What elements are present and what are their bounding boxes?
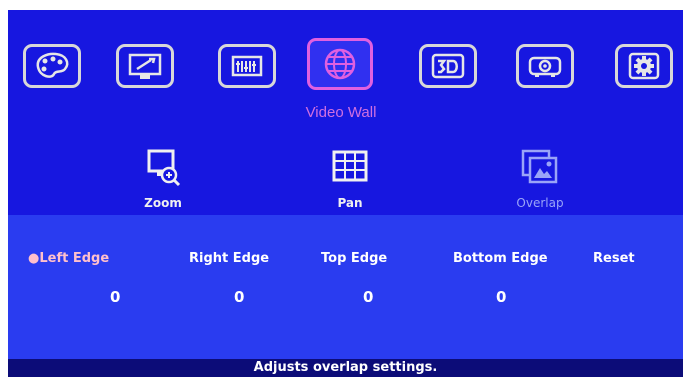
value-right-edge: 0: [234, 288, 245, 306]
pan-grid-icon: [332, 150, 368, 182]
value-bottom-edge: 0: [496, 288, 507, 306]
tab-picture[interactable]: [23, 44, 81, 88]
tab-projector[interactable]: [516, 44, 574, 88]
gear-icon: [628, 52, 660, 80]
zoom-monitor-icon: [147, 149, 181, 187]
options-area: [8, 215, 683, 359]
tab-settings[interactable]: [615, 44, 673, 88]
osd-screen: Video Wall Zoom Pan Overlap ●Left Edge R…: [8, 10, 683, 377]
help-bar: Adjusts overlap settings.: [8, 359, 683, 377]
option-top-edge[interactable]: Top Edge: [321, 251, 387, 266]
projector-icon: [528, 56, 562, 77]
value-left-edge: 0: [110, 288, 121, 306]
submenu-label: Pan: [337, 196, 363, 210]
tab-audio[interactable]: [218, 44, 276, 88]
submenu-label: Zoom: [144, 196, 182, 210]
submenu-zoom[interactable]: Zoom: [108, 148, 218, 210]
option-reset[interactable]: Reset: [593, 251, 635, 266]
tab-3d[interactable]: [419, 44, 477, 88]
value-top-edge: 0: [363, 288, 374, 306]
display-settings-icon: [128, 53, 162, 79]
tab-display[interactable]: [116, 44, 174, 88]
globe-icon: [324, 48, 356, 80]
option-left-edge[interactable]: ●Left Edge: [28, 251, 109, 266]
overlap-image-icon: [521, 149, 558, 184]
equalizer-icon: [231, 55, 263, 77]
option-bottom-edge[interactable]: Bottom Edge: [453, 251, 548, 266]
option-right-edge[interactable]: Right Edge: [189, 251, 269, 266]
3d-icon: [431, 53, 465, 79]
palette-icon: [36, 52, 69, 78]
submenu-overlap[interactable]: Overlap: [485, 148, 595, 210]
submenu-pan[interactable]: Pan: [295, 148, 405, 210]
menu-title: Video Wall: [305, 104, 377, 121]
tab-video-wall[interactable]: [307, 38, 373, 90]
submenu-label: Overlap: [516, 196, 564, 210]
